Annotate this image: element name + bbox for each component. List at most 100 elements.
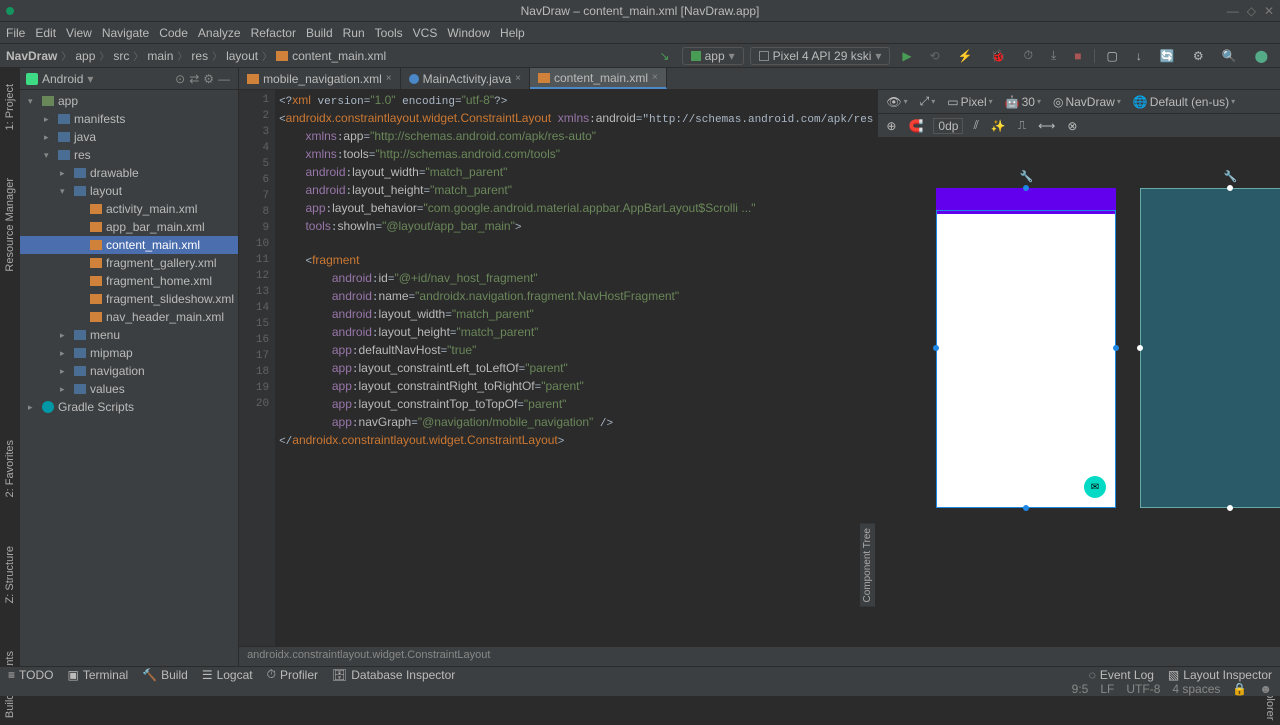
tree-node-res[interactable]: ▾res: [20, 146, 238, 164]
menu-edit[interactable]: Edit: [35, 26, 56, 40]
tree-file[interactable]: activity_main.xml: [20, 200, 238, 218]
device-selector[interactable]: Pixel 4 API 29 kski▾: [750, 47, 891, 65]
sync-gradle-icon[interactable]: 🔄: [1154, 48, 1181, 64]
avd-manager-icon[interactable]: ▢: [1101, 48, 1124, 64]
close-tab-icon[interactable]: ×: [652, 72, 658, 83]
theme-dropdown[interactable]: ◎ NavDraw▾: [1051, 95, 1123, 109]
sdk-manager-icon[interactable]: ↓: [1130, 48, 1148, 64]
resize-handle[interactable]: [1023, 505, 1029, 511]
project-tool-tab[interactable]: 1: Project: [4, 80, 16, 134]
favorites-tab[interactable]: 2: Favorites: [4, 436, 16, 501]
crumb[interactable]: NavDraw: [6, 49, 57, 63]
editor-tab[interactable]: mobile_navigation.xml×: [239, 68, 401, 89]
attach-debugger-icon[interactable]: ⤓: [1045, 47, 1062, 64]
menu-navigate[interactable]: Navigate: [102, 26, 149, 40]
close-tab-icon[interactable]: ×: [515, 73, 521, 84]
design-canvas[interactable]: 🔧 ✉ 🔧: [878, 138, 1280, 646]
margin-control[interactable]: 0dp: [933, 118, 963, 134]
menu-window[interactable]: Window: [447, 26, 490, 40]
clear-icon[interactable]: ⊗: [1065, 119, 1079, 133]
line-separator[interactable]: LF: [1100, 682, 1114, 696]
menu-file[interactable]: File: [6, 26, 25, 40]
orientation-icon[interactable]: ⤢▾: [918, 94, 938, 109]
tree-file-selected[interactable]: content_main.xml: [20, 236, 238, 254]
blueprint-preview-surface[interactable]: 🔧: [1140, 188, 1280, 508]
apply-code-changes-icon[interactable]: ⚡: [952, 48, 979, 64]
zoom-icon[interactable]: ⊕: [884, 119, 898, 133]
debug-button[interactable]: 🐞: [985, 48, 1012, 64]
gear-icon[interactable]: ⚙: [201, 72, 216, 86]
crumb[interactable]: app: [75, 49, 95, 63]
tree-node-menu[interactable]: ▸menu: [20, 326, 238, 344]
tree-node-manifests[interactable]: ▸manifests: [20, 110, 238, 128]
menu-code[interactable]: Code: [159, 26, 188, 40]
locale-dropdown[interactable]: 🌐 Default (en-us)▾: [1131, 95, 1237, 109]
api-dropdown[interactable]: 🤖 30▾: [1003, 95, 1043, 109]
locate-icon[interactable]: ⊙: [173, 72, 187, 86]
tree-node-gradle[interactable]: ▸Gradle Scripts: [20, 398, 238, 416]
run-button[interactable]: ▶: [896, 48, 917, 64]
lock-icon[interactable]: 🔒: [1232, 682, 1247, 696]
tree-node-app[interactable]: ▾app: [20, 92, 238, 110]
tree-node-java[interactable]: ▸java: [20, 128, 238, 146]
crumb[interactable]: content_main.xml: [292, 49, 386, 63]
menu-refactor[interactable]: Refactor: [251, 26, 296, 40]
tree-node-mipmap[interactable]: ▸mipmap: [20, 344, 238, 362]
resize-handle[interactable]: [1113, 345, 1119, 351]
make-project-icon[interactable]: ↘: [654, 48, 676, 64]
baseline-icon[interactable]: ⟷: [1036, 119, 1057, 133]
editor-tab[interactable]: MainActivity.java×: [401, 68, 530, 89]
menu-tools[interactable]: Tools: [375, 26, 403, 40]
window-controls[interactable]: — ◇ ✕: [1227, 4, 1274, 18]
database-inspector-tab[interactable]: 🗄 Database Inspector: [332, 668, 455, 682]
eye-icon[interactable]: 👁▾: [884, 95, 909, 109]
tree-file[interactable]: nav_header_main.xml: [20, 308, 238, 326]
menu-view[interactable]: View: [66, 26, 92, 40]
helper-icon[interactable]: ⎍: [1016, 118, 1028, 133]
close-icon[interactable]: ✕: [1264, 4, 1274, 18]
crumb[interactable]: res: [191, 49, 208, 63]
menu-run[interactable]: Run: [343, 26, 365, 40]
tree-file[interactable]: fragment_slideshow.xml: [20, 290, 238, 308]
resize-handle[interactable]: [1137, 345, 1143, 351]
logcat-tab[interactable]: ☰ Logcat: [202, 668, 253, 682]
tree-node-layout[interactable]: ▾layout: [20, 182, 238, 200]
close-tab-icon[interactable]: ×: [386, 73, 392, 84]
maximize-icon[interactable]: ◇: [1247, 4, 1256, 18]
menu-analyze[interactable]: Analyze: [198, 26, 241, 40]
editor-tab-active[interactable]: content_main.xml×: [530, 68, 667, 89]
menu-vcs[interactable]: VCS: [413, 26, 438, 40]
wand-icon[interactable]: ✨: [989, 119, 1008, 133]
tree-node-drawable[interactable]: ▸drawable: [20, 164, 238, 182]
tree-node-values[interactable]: ▸values: [20, 380, 238, 398]
profile-button[interactable]: ⏱: [1018, 47, 1039, 64]
resize-handle[interactable]: [1023, 185, 1029, 191]
wrench-icon[interactable]: 🔧: [1224, 170, 1238, 183]
encoding[interactable]: UTF-8: [1126, 682, 1160, 696]
minimize-icon[interactable]: —: [1227, 4, 1239, 18]
search-everywhere-icon[interactable]: 🔍: [1216, 48, 1243, 64]
resize-handle[interactable]: [1227, 505, 1233, 511]
apply-changes-icon[interactable]: ⟲: [924, 48, 946, 64]
magnet-icon[interactable]: 🧲: [906, 119, 925, 133]
indent[interactable]: 4 spaces: [1172, 682, 1220, 696]
crumb[interactable]: src: [113, 49, 129, 63]
caret-position[interactable]: 9:5: [1072, 682, 1089, 696]
stop-button[interactable]: ■: [1068, 48, 1087, 64]
event-log-tab[interactable]: ◌ Event Log: [1089, 668, 1154, 682]
structure-tab[interactable]: Z: Structure: [4, 542, 16, 607]
design-preview-surface[interactable]: 🔧 ✉: [936, 188, 1116, 508]
ide-settings-icon[interactable]: ⚙: [1187, 48, 1210, 64]
menu-build[interactable]: Build: [306, 26, 333, 40]
build-tab[interactable]: 🔨 Build: [142, 668, 188, 682]
tree-file[interactable]: fragment_gallery.xml: [20, 254, 238, 272]
editor-breadcrumb[interactable]: androidx.constraintlayout.widget.Constra…: [239, 646, 1280, 666]
layout-inspector-tab[interactable]: ▧ Layout Inspector: [1168, 668, 1272, 682]
resize-handle[interactable]: [933, 345, 939, 351]
device-dropdown[interactable]: ▭ Pixel▾: [945, 95, 994, 109]
tree-file[interactable]: app_bar_main.xml: [20, 218, 238, 236]
code-editor[interactable]: <?xml version="1.0" encoding="utf-8"?> <…: [275, 90, 877, 646]
component-tree-tab[interactable]: Component Tree: [860, 524, 875, 607]
crumb[interactable]: layout: [226, 49, 258, 63]
tree-file[interactable]: fragment_home.xml: [20, 272, 238, 290]
